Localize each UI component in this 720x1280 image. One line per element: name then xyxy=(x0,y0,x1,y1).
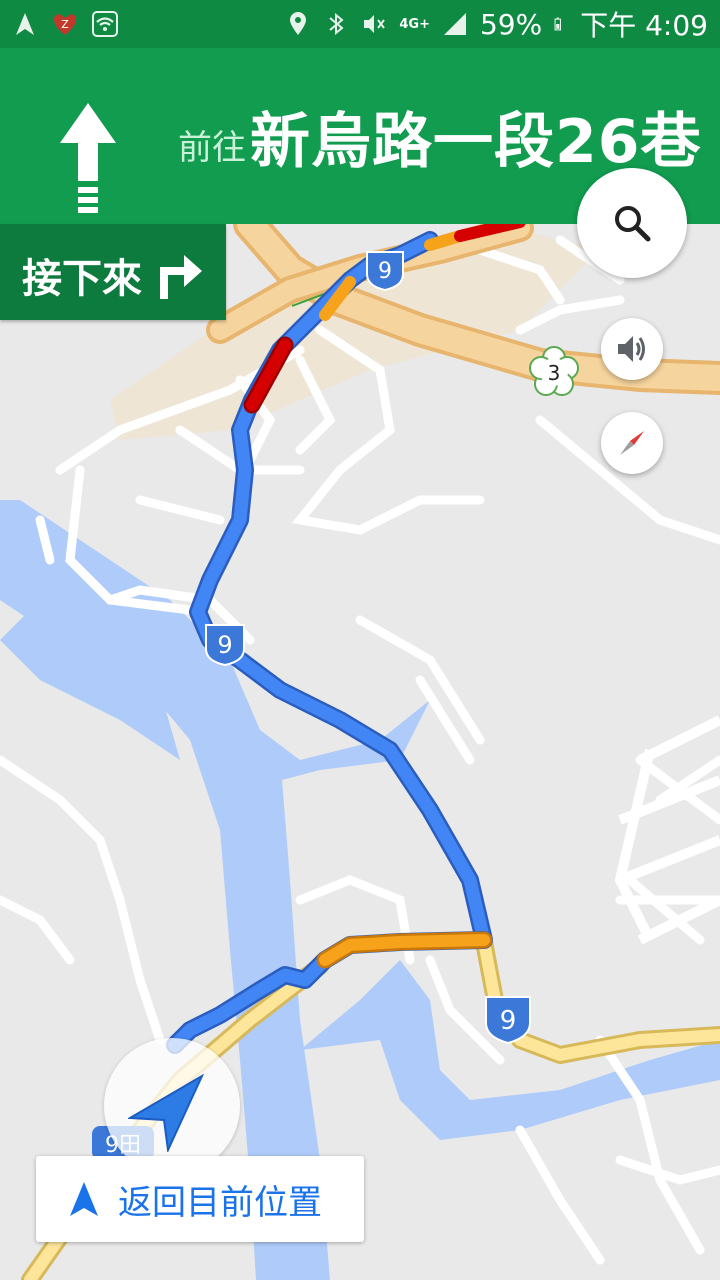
clock: 下午 4:09 xyxy=(580,9,708,42)
navigation-arrow-small-icon xyxy=(70,1182,98,1216)
bluetooth-icon xyxy=(329,12,344,36)
navigation-status-icon xyxy=(16,13,34,35)
route-shield-number: 9 xyxy=(378,259,392,284)
volume-button[interactable] xyxy=(601,318,663,380)
wifi-icon xyxy=(92,11,118,37)
battery-percent: 59% xyxy=(479,7,543,41)
toward-label: 前往 xyxy=(178,128,246,168)
signal-icon xyxy=(443,13,466,35)
recenter-button[interactable]: 返回目前位置 xyxy=(36,1156,364,1242)
app-notification-icon: Z xyxy=(54,14,76,36)
svg-text:Z: Z xyxy=(61,18,69,31)
recenter-label: 返回目前位置 xyxy=(118,1182,322,1223)
svg-text:9: 9 xyxy=(217,631,232,659)
route-shield: 9 xyxy=(366,251,404,292)
route-shield: 9 xyxy=(205,624,245,667)
navigation-arrow-icon xyxy=(128,1074,204,1152)
straight-arrow-icon xyxy=(60,103,116,213)
status-bar: Z 4G+ 59% 下午 4:09 xyxy=(0,0,720,48)
volume-icon xyxy=(618,336,645,362)
search-button[interactable] xyxy=(577,168,687,278)
battery-icon xyxy=(554,17,562,31)
compass-icon xyxy=(620,431,644,455)
mute-icon xyxy=(364,15,386,33)
svg-text:3: 3 xyxy=(548,361,561,385)
network-type: 4G+ xyxy=(399,16,430,32)
street-name: 新烏路一段26巷 xyxy=(250,107,702,177)
location-pin-icon xyxy=(290,12,307,35)
search-icon xyxy=(615,206,651,242)
compass-button[interactable] xyxy=(601,412,663,474)
next-label: 接下來 xyxy=(22,256,142,302)
svg-text:9: 9 xyxy=(500,1006,517,1036)
next-maneuver-box[interactable]: 接下來 xyxy=(0,224,226,320)
turn-right-icon xyxy=(160,255,202,299)
route-shield: 9 xyxy=(485,996,531,1045)
